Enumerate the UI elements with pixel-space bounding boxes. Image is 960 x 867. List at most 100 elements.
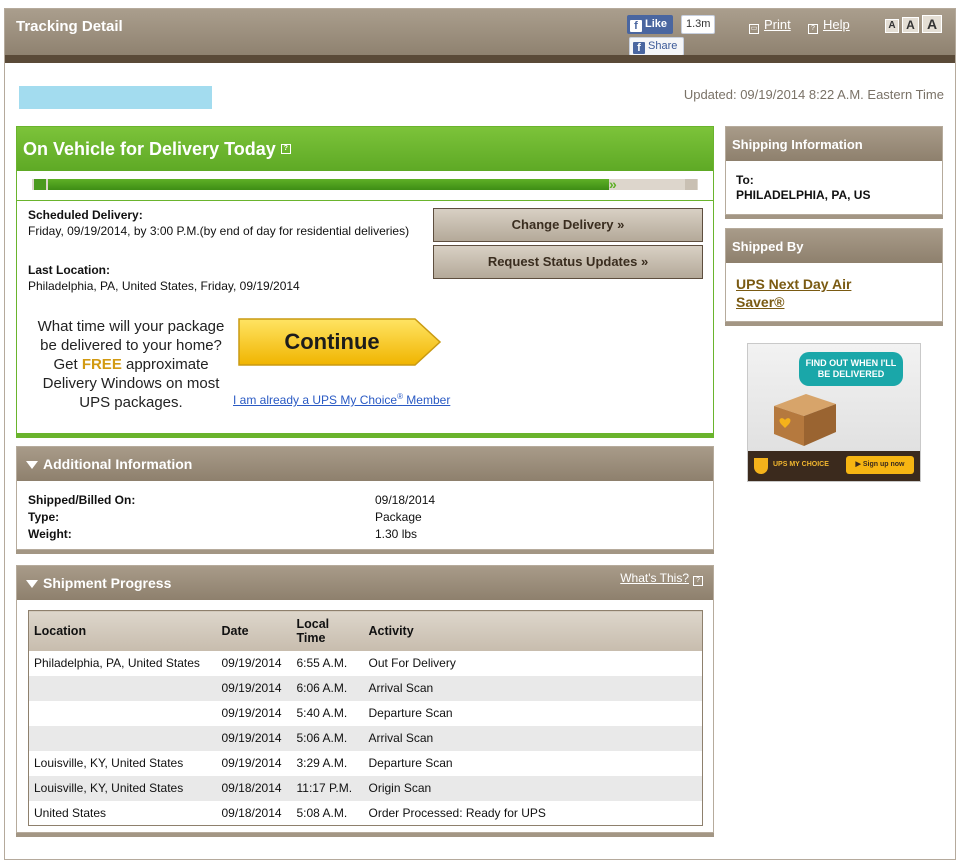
column-header-date: Date — [216, 610, 292, 651]
print-link[interactable]: ▭ Print — [749, 17, 791, 34]
last-location-value: Philadelphia, PA, United States, Friday,… — [28, 279, 300, 293]
ad-headline: FIND OUT WHEN I'LL BE DELIVERED — [799, 352, 903, 386]
column-header-activity: Activity — [363, 610, 703, 651]
shipping-information-header: Shipping Information — [726, 127, 942, 161]
ad-signup-label: Sign up now — [862, 461, 905, 468]
cell-activity: Order Processed: Ready for UPS — [368, 805, 546, 820]
shipment-progress-panel: Shipment Progress What's This?? Location… — [16, 565, 714, 833]
ups-shield-icon — [754, 458, 768, 474]
shipment-progress-title: Shipment Progress — [43, 575, 172, 591]
info-label: Type: — [28, 510, 60, 524]
info-label: Weight: — [28, 527, 72, 541]
tracking-number-redacted — [19, 86, 212, 109]
info-value: Package — [375, 510, 422, 524]
continue-button[interactable]: Continue — [237, 317, 442, 367]
service-level-link[interactable]: UPS Next Day Air Saver® — [736, 275, 886, 311]
cell-activity: Departure Scan — [368, 756, 453, 770]
shipped-by-panel: Shipped By UPS Next Day Air Saver® — [725, 228, 943, 322]
divider — [17, 200, 713, 201]
table-header-row: Location Date Local Time Activity — [28, 610, 703, 651]
ad-signup-button[interactable]: ▶ Sign up now — [846, 456, 914, 474]
member-link-suffix: Member — [402, 393, 451, 407]
shipment-progress-header[interactable]: Shipment Progress What's This?? — [17, 566, 713, 600]
print-label: Print — [764, 17, 791, 32]
additional-information-bottom-bar — [16, 550, 714, 554]
my-choice-promo-text: What time will your package be delivered… — [28, 317, 234, 412]
text-size-small-button[interactable]: A — [885, 19, 899, 33]
help-icon: ? — [693, 576, 703, 586]
table-row: Philadelphia, PA, United States 09/19/20… — [29, 651, 703, 676]
text-size-medium-button[interactable]: A — [902, 17, 919, 33]
progress-arrow-icon: » — [609, 176, 617, 192]
cell-activity: Arrival Scan — [363, 725, 703, 751]
facebook-share-label: Share — [648, 40, 678, 52]
table-row: 09/19/2014 5:06 A.M. Arrival Scan — [28, 725, 703, 751]
additional-information-header[interactable]: Additional Information — [17, 447, 713, 481]
facebook-like-count: 1.3m — [681, 15, 716, 34]
scheduled-delivery-label: Scheduled Delivery: — [28, 208, 143, 222]
shipment-progress-bottom-bar — [16, 833, 714, 837]
table-row: United States 09/18/2014 5:08 A.M. Order… — [29, 801, 703, 826]
text-size-large-button[interactable]: A — [922, 15, 942, 33]
last-location-label: Last Location: — [28, 263, 111, 277]
progress-fill — [48, 179, 609, 190]
cell-location: Louisville, KY, United States — [28, 775, 217, 801]
facebook-like-label: Like — [645, 18, 668, 30]
cell-location — [29, 701, 217, 726]
member-link-text: I am already a UPS My Choice — [233, 393, 398, 407]
cell-date: 09/19/2014 — [216, 675, 292, 701]
progress-start-segment — [34, 179, 46, 190]
facebook-like-button[interactable]: f Like — [627, 15, 674, 34]
promo-free-highlight: FREE — [81, 356, 122, 373]
printer-icon: ▭ — [749, 24, 759, 34]
additional-information-panel: Additional Information Shipped/Billed On… — [16, 446, 714, 550]
facebook-share-button[interactable]: f Share — [629, 37, 685, 56]
facebook-icon: f — [630, 20, 642, 32]
cell-location — [28, 725, 217, 751]
ship-to-value: PHILADELPHIA, PA, US — [736, 188, 871, 202]
continue-label: Continue — [284, 329, 380, 354]
whats-this-label: What's This? — [620, 571, 689, 585]
info-label: Shipped/Billed On: — [28, 493, 136, 507]
collapse-triangle-icon[interactable] — [26, 580, 38, 588]
cell-date: 09/19/2014 — [216, 725, 292, 751]
page-frame: Tracking Detail f Like 1.3m f Share ▭ Print… — [4, 8, 956, 860]
page-title: Tracking Detail — [16, 18, 123, 35]
help-icon[interactable]: ? — [280, 144, 291, 154]
shipped-by-header: Shipped By — [726, 229, 942, 263]
cell-time: 3:29 A.M. — [296, 756, 348, 770]
progress-end-segment — [685, 179, 697, 190]
my-choice-ad-banner[interactable]: FIND OUT WHEN I'LL BE DELIVERED UPS MY C… — [747, 343, 921, 482]
cell-location: Philadelphia, PA, United States — [34, 656, 200, 670]
cell-date: 09/19/2014 — [221, 706, 282, 720]
cell-location: United States — [34, 805, 107, 820]
cell-time: 5:06 A.M. — [291, 725, 364, 751]
scheduled-delivery-value: Friday, 09/19/2014, by 3:00 P.M.(by end … — [28, 224, 410, 238]
cell-time: 5:40 A.M. — [296, 706, 348, 720]
info-value: 09/18/2014 — [375, 493, 436, 507]
collapse-triangle-icon[interactable] — [26, 461, 38, 469]
updated-timestamp: Updated: 09/19/2014 8:22 A.M. Eastern Ti… — [683, 87, 944, 102]
cell-activity: Departure Scan — [368, 706, 453, 720]
request-status-updates-button[interactable]: Request Status Updates » — [433, 245, 703, 279]
table-row: Louisville, KY, United States 09/18/2014… — [28, 775, 703, 801]
cell-time: 6:06 A.M. — [291, 675, 364, 701]
shipping-information-panel: Shipping Information To: PHILADELPHIA, P… — [725, 126, 943, 215]
cell-location: Louisville, KY, United States — [34, 756, 184, 770]
shipping-information-bottom-bar — [725, 215, 943, 219]
status-panel-bottom-bar — [16, 434, 714, 438]
my-choice-member-link[interactable]: I am already a UPS My Choice® Member — [233, 392, 450, 407]
shipped-by-bottom-bar — [725, 322, 943, 326]
change-delivery-button[interactable]: Change Delivery » — [433, 208, 703, 242]
facebook-icon: f — [633, 42, 645, 54]
header-divider — [5, 55, 955, 63]
table-row: 09/19/2014 5:40 A.M. Departure Scan — [29, 701, 703, 726]
shipping-information-title: Shipping Information — [732, 137, 863, 152]
whats-this-link[interactable]: What's This?? — [620, 571, 703, 586]
help-icon: ? — [808, 24, 818, 34]
cell-date: 09/19/2014 — [221, 756, 282, 770]
cell-date: 09/19/2014 — [221, 656, 282, 670]
help-link[interactable]: ? Help — [808, 17, 850, 34]
ad-footer: UPS MY CHOICE ▶ Sign up now — [748, 451, 920, 481]
play-icon: ▶ — [855, 461, 863, 468]
